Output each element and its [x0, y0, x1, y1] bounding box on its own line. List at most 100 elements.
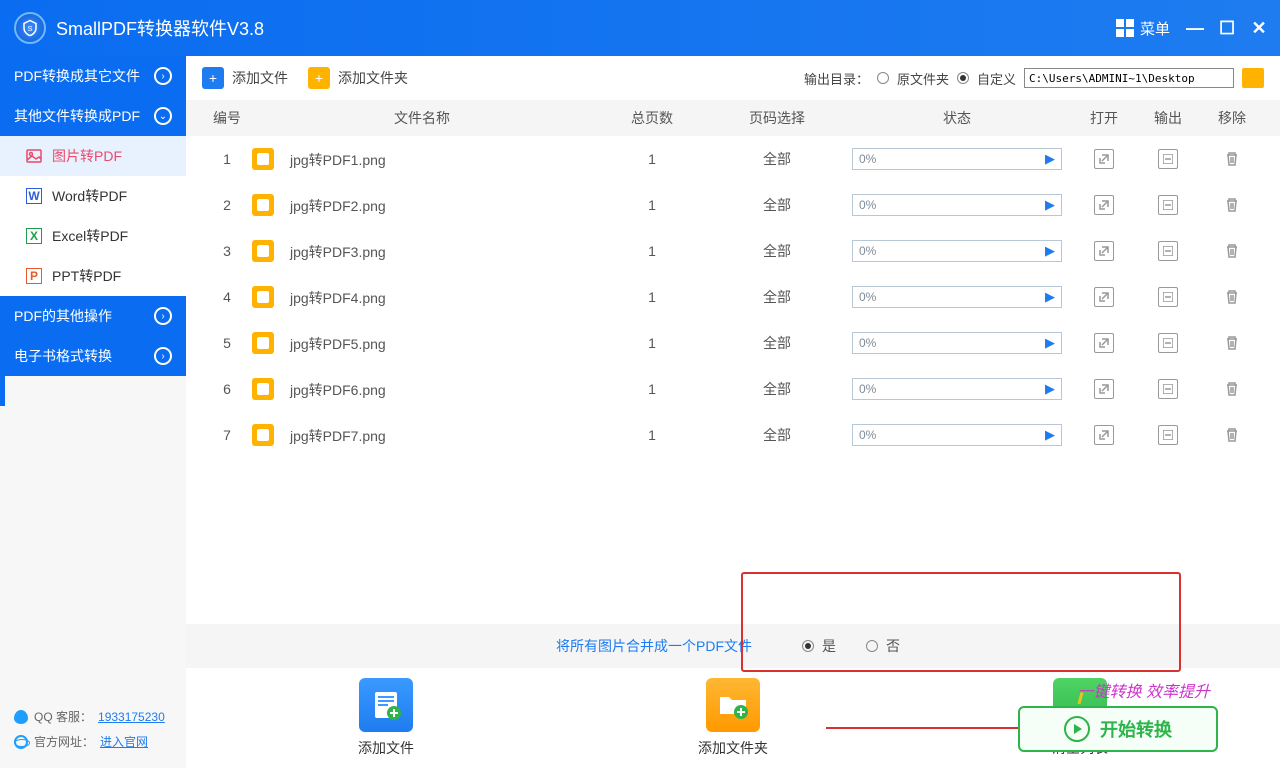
- play-icon[interactable]: ▶: [1045, 335, 1055, 351]
- cell-page-select[interactable]: 全部: [712, 333, 842, 353]
- merge-no-label: 否: [886, 636, 900, 656]
- progress-bar[interactable]: 0%▶: [852, 378, 1062, 400]
- cell-status: 0%▶: [842, 148, 1072, 170]
- open-icon[interactable]: [1094, 241, 1114, 261]
- app-title: SmallPDF转换器软件V3.8: [56, 15, 264, 41]
- col-sel: 页码选择: [712, 108, 842, 128]
- sidebar-cat-pdf-to-other[interactable]: PDF转换成其它文件 ›: [0, 56, 186, 96]
- sidebar-cat-label: PDF的其他操作: [14, 306, 112, 326]
- radio-merge-yes[interactable]: [802, 640, 814, 652]
- open-icon[interactable]: [1094, 195, 1114, 215]
- sidebar-cat-ebook[interactable]: 电子书格式转换 ›: [0, 336, 186, 376]
- cell-delete: [1200, 425, 1264, 446]
- output-icon[interactable]: [1158, 149, 1178, 169]
- menu-button[interactable]: 菜单: [1116, 18, 1170, 39]
- radio-custom-folder[interactable]: [957, 72, 969, 84]
- play-icon[interactable]: ▶: [1045, 243, 1055, 259]
- play-icon[interactable]: ▶: [1045, 151, 1055, 167]
- chevron-right-icon: ›: [154, 307, 172, 325]
- big-add-file-button[interactable]: 添加文件: [358, 678, 414, 758]
- cell-page-select[interactable]: 全部: [712, 195, 842, 215]
- cell-page-select[interactable]: 全部: [712, 241, 842, 261]
- table-header: 编号 文件名称 总页数 页码选择 状态 打开 输出 移除: [186, 100, 1280, 136]
- trash-icon[interactable]: [1222, 379, 1242, 399]
- output-icon[interactable]: [1158, 287, 1178, 307]
- cell-output: [1136, 241, 1200, 261]
- open-icon[interactable]: [1094, 149, 1114, 169]
- open-icon[interactable]: [1094, 425, 1114, 445]
- sidebar-item-word-to-pdf[interactable]: W Word转PDF: [0, 176, 186, 216]
- progress-bar[interactable]: 0%▶: [852, 240, 1062, 262]
- trash-icon[interactable]: [1222, 149, 1242, 169]
- col-del: 移除: [1200, 108, 1264, 128]
- trash-icon[interactable]: [1222, 241, 1242, 261]
- cell-open: [1072, 149, 1136, 169]
- qq-link[interactable]: 1933175230: [98, 710, 165, 724]
- progress-bar[interactable]: 0%▶: [852, 148, 1062, 170]
- play-icon[interactable]: ▶: [1045, 289, 1055, 305]
- promo-text: 一键转换 效率提升: [1078, 678, 1210, 702]
- sidebar-item-excel-to-pdf[interactable]: X Excel转PDF: [0, 216, 186, 256]
- open-icon[interactable]: [1094, 379, 1114, 399]
- cell-page-select[interactable]: 全部: [712, 379, 842, 399]
- cell-open: [1072, 195, 1136, 215]
- cell-pages: 1: [592, 197, 712, 213]
- file-plus-icon: [359, 678, 413, 732]
- progress-bar[interactable]: 0%▶: [852, 286, 1062, 308]
- cell-page-select[interactable]: 全部: [712, 149, 842, 169]
- browse-folder-button[interactable]: [1242, 68, 1264, 88]
- output-icon[interactable]: [1158, 425, 1178, 445]
- cell-status: 0%▶: [842, 378, 1072, 400]
- table-row: 6jpg转PDF6.png1全部0%▶: [186, 366, 1280, 412]
- trash-icon[interactable]: [1222, 333, 1242, 353]
- start-convert-button[interactable]: 开始转换: [1018, 706, 1218, 752]
- cell-name: jpg转PDF5.png: [252, 332, 592, 354]
- merge-yes-label: 是: [822, 636, 836, 656]
- output-path-input[interactable]: [1024, 68, 1234, 88]
- big-add-folder-button[interactable]: 添加文件夹: [698, 678, 768, 758]
- output-icon[interactable]: [1158, 195, 1178, 215]
- image-file-icon: [252, 148, 274, 170]
- site-link[interactable]: 进入官网: [100, 733, 148, 750]
- radio-merge-no[interactable]: [866, 640, 878, 652]
- table-row: 3jpg转PDF3.png1全部0%▶: [186, 228, 1280, 274]
- cell-pages: 1: [592, 381, 712, 397]
- cell-output: [1136, 379, 1200, 399]
- sidebar-cat-other-to-pdf[interactable]: 其他文件转换成PDF ⌄: [0, 96, 186, 136]
- bottom-bar: 添加文件 添加文件夹 清空列表 一键转换 效率提升 开始转换: [186, 668, 1280, 768]
- sidebar-item-ppt-to-pdf[interactable]: P PPT转PDF: [0, 256, 186, 296]
- trash-icon[interactable]: [1222, 195, 1242, 215]
- cell-page-select[interactable]: 全部: [712, 425, 842, 445]
- sidebar-cat-label: 电子书格式转换: [14, 346, 112, 366]
- add-folder-button[interactable]: + 添加文件夹: [308, 67, 408, 89]
- open-icon[interactable]: [1094, 333, 1114, 353]
- sidebar-item-label: PPT转PDF: [52, 266, 121, 286]
- progress-bar[interactable]: 0%▶: [852, 194, 1062, 216]
- minimize-button[interactable]: —: [1188, 21, 1202, 35]
- play-icon[interactable]: ▶: [1045, 381, 1055, 397]
- radio-source-folder[interactable]: [877, 72, 889, 84]
- trash-icon[interactable]: [1222, 425, 1242, 445]
- progress-bar[interactable]: 0%▶: [852, 332, 1062, 354]
- image-file-icon: [252, 424, 274, 446]
- app-logo-icon: S: [14, 12, 46, 44]
- image-file-icon: [252, 240, 274, 262]
- sidebar-cat-pdf-other-ops[interactable]: PDF的其他操作 ›: [0, 296, 186, 336]
- plus-icon: +: [202, 67, 224, 89]
- cell-page-select[interactable]: 全部: [712, 287, 842, 307]
- add-file-button[interactable]: + 添加文件: [202, 67, 288, 89]
- progress-bar[interactable]: 0%▶: [852, 424, 1062, 446]
- maximize-button[interactable]: ☐: [1220, 21, 1234, 35]
- opt-source-label: 原文件夹: [897, 69, 949, 88]
- play-icon[interactable]: ▶: [1045, 427, 1055, 443]
- sidebar-item-image-to-pdf[interactable]: 图片转PDF: [0, 136, 186, 176]
- output-icon[interactable]: [1158, 241, 1178, 261]
- output-icon[interactable]: [1158, 379, 1178, 399]
- output-icon[interactable]: [1158, 333, 1178, 353]
- play-icon[interactable]: ▶: [1045, 197, 1055, 213]
- cell-output: [1136, 333, 1200, 353]
- chevron-right-icon: ›: [154, 67, 172, 85]
- close-button[interactable]: ✕: [1252, 21, 1266, 35]
- trash-icon[interactable]: [1222, 287, 1242, 307]
- open-icon[interactable]: [1094, 287, 1114, 307]
